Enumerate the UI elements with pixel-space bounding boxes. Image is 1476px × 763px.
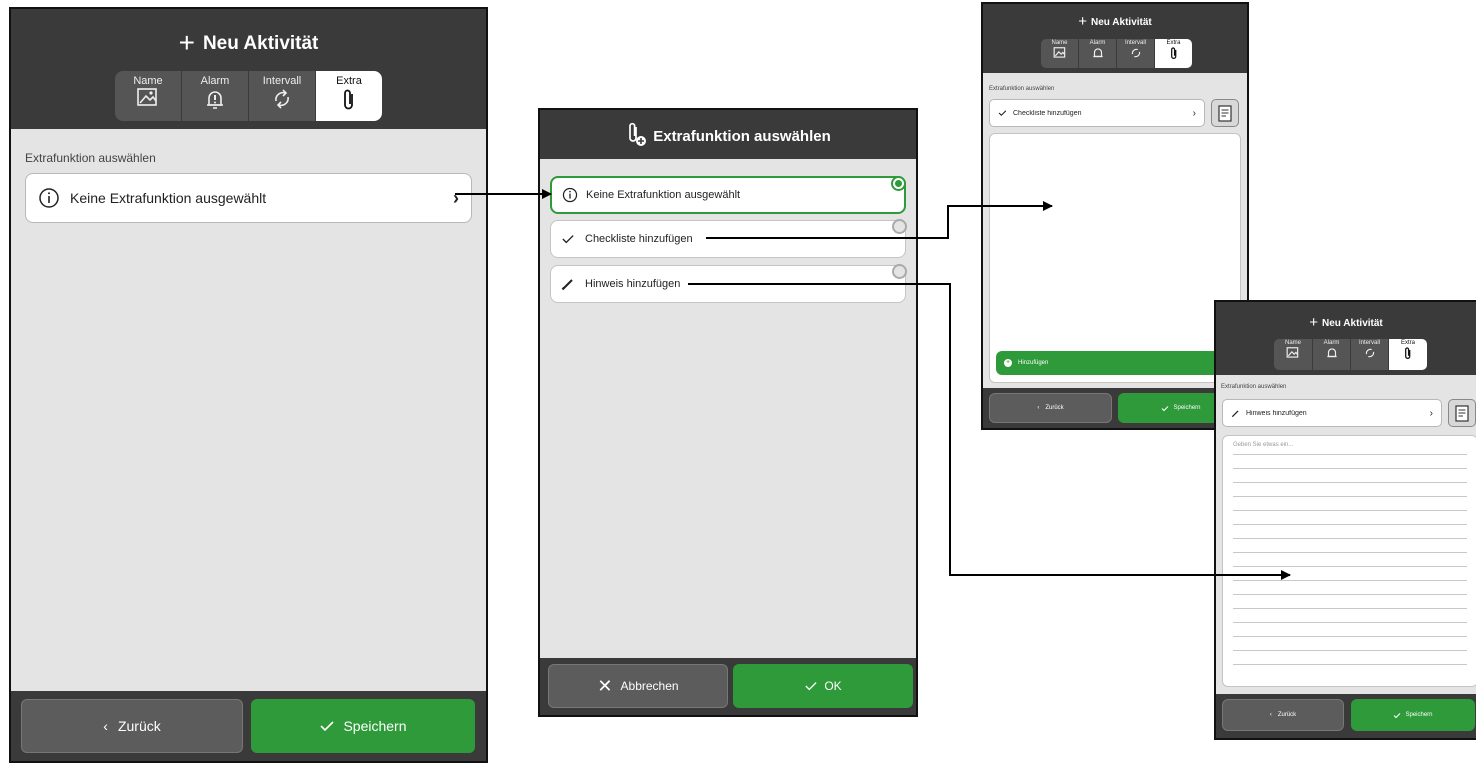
- arrow-to-note: [688, 283, 1291, 580]
- flow-arrows: [455, 189, 1291, 580]
- arrow-to-checklist: [706, 201, 1053, 239]
